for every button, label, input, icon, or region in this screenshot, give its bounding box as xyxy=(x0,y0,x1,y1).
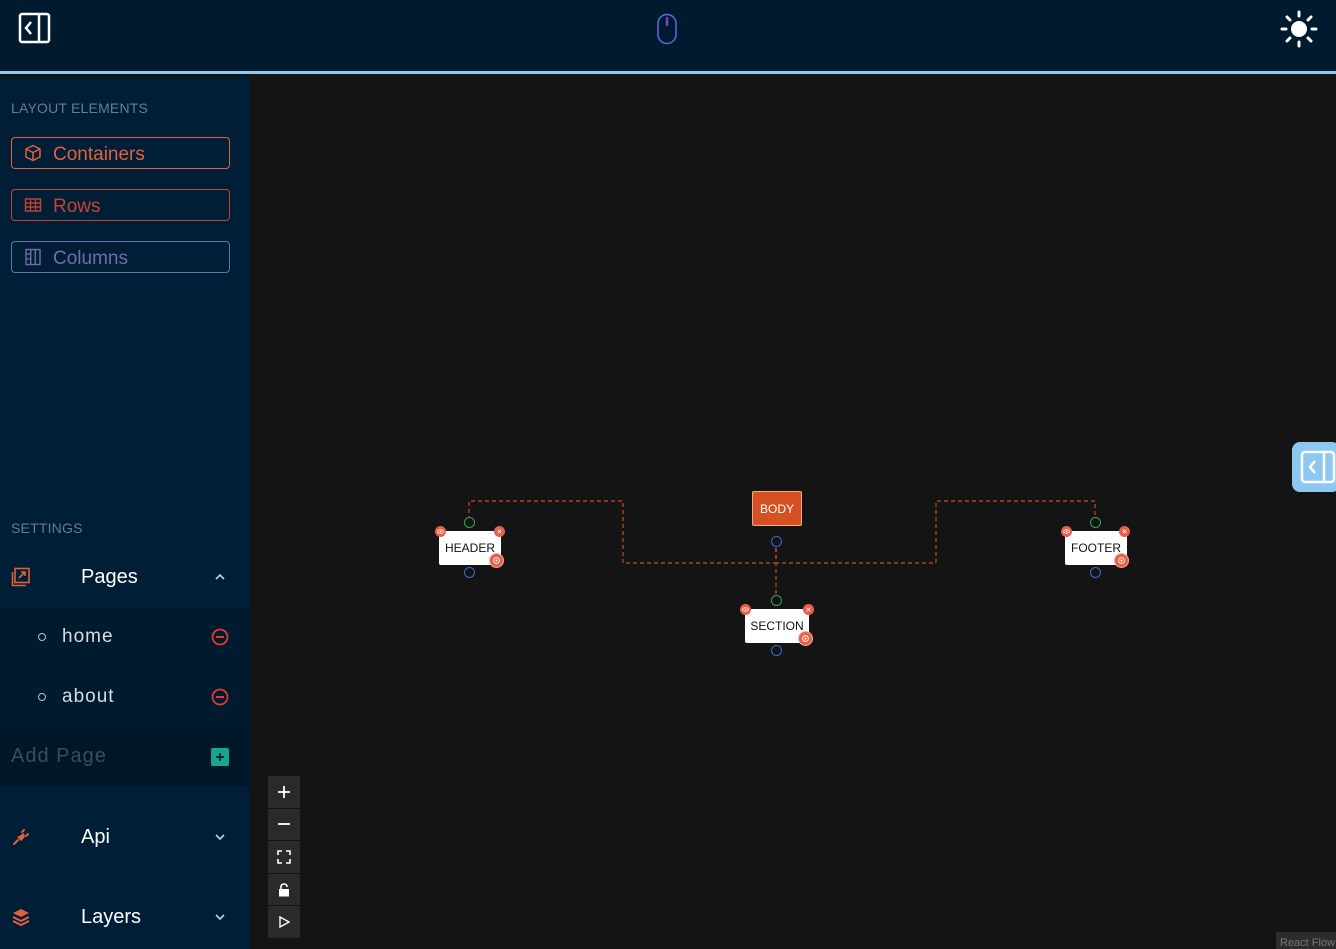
mouse-icon xyxy=(657,13,677,45)
flow-canvas[interactable]: BODY HEADER SECTION FOOTER xyxy=(250,77,1336,949)
sidebar-collapse-icon[interactable] xyxy=(18,12,52,44)
right-panel-toggle[interactable] xyxy=(1292,442,1336,492)
api-accordion-header[interactable]: Api xyxy=(0,814,250,860)
eye-icon[interactable] xyxy=(1061,526,1072,537)
section-source-handle[interactable] xyxy=(771,645,782,656)
node-body[interactable]: BODY xyxy=(752,491,802,526)
eye-icon[interactable] xyxy=(740,604,751,615)
settings-title: SETTINGS xyxy=(11,520,83,536)
pages-accordion-header[interactable]: Pages xyxy=(0,554,250,600)
bullet-icon xyxy=(38,633,46,641)
add-page-button[interactable] xyxy=(211,748,229,766)
edge-body-header xyxy=(468,500,777,564)
remove-page-icon[interactable] xyxy=(211,688,229,706)
node-label: HEADER xyxy=(444,541,495,555)
sun-icon[interactable] xyxy=(1280,10,1318,48)
plus-icon xyxy=(216,753,224,761)
plus-icon xyxy=(278,785,290,798)
chevron-down-icon xyxy=(215,914,225,921)
node-label: BODY xyxy=(759,501,794,516)
play-icon xyxy=(279,916,290,929)
api-label: Api xyxy=(81,825,110,848)
close-icon[interactable] xyxy=(494,526,505,537)
settings-icon[interactable] xyxy=(798,631,813,646)
cube-icon xyxy=(25,144,41,162)
attribution-link[interactable]: React Flow xyxy=(1276,932,1336,949)
section-target-handle[interactable] xyxy=(771,595,782,606)
rows-button[interactable]: Rows xyxy=(11,189,230,221)
layers-icon xyxy=(12,909,30,927)
footer-source-handle[interactable] xyxy=(1090,567,1101,578)
close-icon[interactable] xyxy=(1119,526,1130,537)
add-page-input[interactable]: Add Page xyxy=(11,745,107,768)
containers-label: Containers xyxy=(53,143,145,165)
add-page-row: Add Page xyxy=(0,727,250,787)
containers-button[interactable]: Containers xyxy=(11,137,230,169)
rows-label: Rows xyxy=(53,195,101,217)
node-label: SECTION xyxy=(750,619,804,633)
sidebar: LAYOUT ELEMENTS Containers Rows Columns … xyxy=(0,77,250,949)
layers-accordion-header[interactable]: Layers xyxy=(0,894,250,940)
plug-icon xyxy=(13,829,29,845)
lock-button[interactable] xyxy=(268,874,300,907)
chevron-down-icon xyxy=(215,834,225,841)
top-bar xyxy=(0,0,1336,74)
page-name: home xyxy=(62,626,114,647)
columns-label: Columns xyxy=(53,247,128,269)
eye-icon[interactable] xyxy=(435,526,446,537)
settings-icon[interactable] xyxy=(1114,553,1129,568)
page-item-about[interactable]: about xyxy=(0,667,250,727)
fit-view-icon xyxy=(277,850,291,864)
page-name: about xyxy=(62,686,115,707)
layers-label: Layers xyxy=(81,905,142,928)
pages-icon xyxy=(11,567,30,587)
fit-view-button[interactable] xyxy=(268,841,300,874)
chevron-up-icon xyxy=(215,573,225,580)
body-source-handle[interactable] xyxy=(771,536,782,547)
edge-body-footer xyxy=(775,500,1096,564)
columns-button[interactable]: Columns xyxy=(11,241,230,273)
play-button[interactable] xyxy=(268,906,300,939)
settings-icon[interactable] xyxy=(489,553,504,568)
close-icon[interactable] xyxy=(803,604,814,615)
sidebar-collapse-icon xyxy=(1300,450,1336,484)
flow-controls xyxy=(268,776,300,939)
node-label: FOOTER xyxy=(1071,541,1121,555)
rows-icon xyxy=(24,198,42,212)
bullet-icon xyxy=(38,693,46,701)
page-item-home[interactable]: home xyxy=(0,607,250,667)
remove-page-icon[interactable] xyxy=(211,628,229,646)
zoom-in-button[interactable] xyxy=(268,776,300,809)
layout-elements-title: LAYOUT ELEMENTS xyxy=(11,100,149,116)
lock-icon xyxy=(279,882,289,897)
pages-label: Pages xyxy=(81,565,138,588)
header-source-handle[interactable] xyxy=(464,567,475,578)
columns-icon xyxy=(25,248,41,266)
pages-list: home about xyxy=(0,607,250,727)
minus-icon xyxy=(278,823,290,826)
zoom-out-button[interactable] xyxy=(268,809,300,842)
footer-target-handle[interactable] xyxy=(1090,517,1101,528)
header-target-handle[interactable] xyxy=(464,517,475,528)
